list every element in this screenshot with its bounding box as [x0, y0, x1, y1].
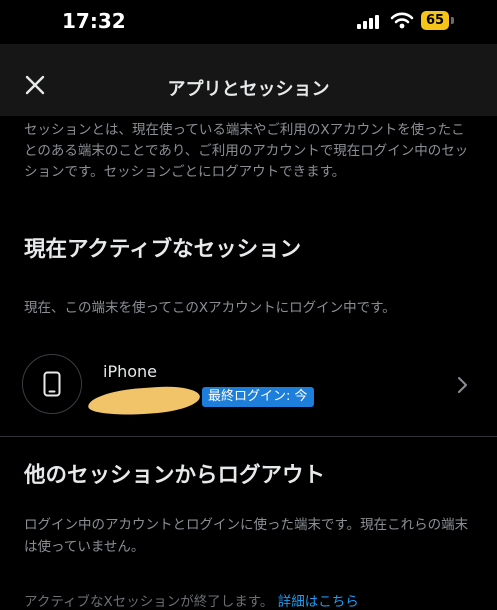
navigation-bar: アプリとセッション [0, 44, 497, 116]
chevron-right-icon [456, 376, 468, 398]
last-login-badge: 最終ログイン: 今 [202, 387, 314, 407]
intro-text: セッションとは、現在使っている端末やご利用のXアカウントを使ったことのある端末の… [24, 122, 469, 180]
status-bar: 17:32 65 [0, 0, 497, 44]
status-time: 17:32 [62, 9, 126, 33]
session-end-note: アクティブなXセッションが終了します。 詳細はこちら [24, 590, 474, 610]
device-name: iPhone [103, 362, 158, 381]
logout-other-sessions-description: ログイン中のアカウントとログインに使った端末です。現在これらの端末は使っていませ… [24, 517, 469, 555]
battery-nub [451, 17, 454, 24]
smartphone-icon [43, 371, 61, 397]
current-session-row[interactable]: iPhone 最終ログイン: 今 [0, 348, 497, 440]
page-title: アプリとセッション [167, 79, 330, 100]
signal-bars-icon [357, 14, 382, 33]
logout-other-sessions-heading: 他のセッションからログアウト [24, 463, 326, 488]
battery-icon: 65 [421, 11, 449, 30]
redaction-mark [87, 384, 201, 418]
active-sessions-description: 現在、この端末を使ってこのXアカウントにログイン中です。 [24, 300, 396, 316]
section-divider [0, 436, 497, 437]
session-end-text: アクティブなXセッションが終了します。 [24, 594, 274, 610]
device-avatar [22, 354, 82, 414]
active-sessions-heading: 現在アクティブなセッション [24, 237, 302, 262]
wifi-icon [390, 11, 414, 33]
learn-more-link[interactable]: 詳細はこちら [278, 594, 359, 610]
